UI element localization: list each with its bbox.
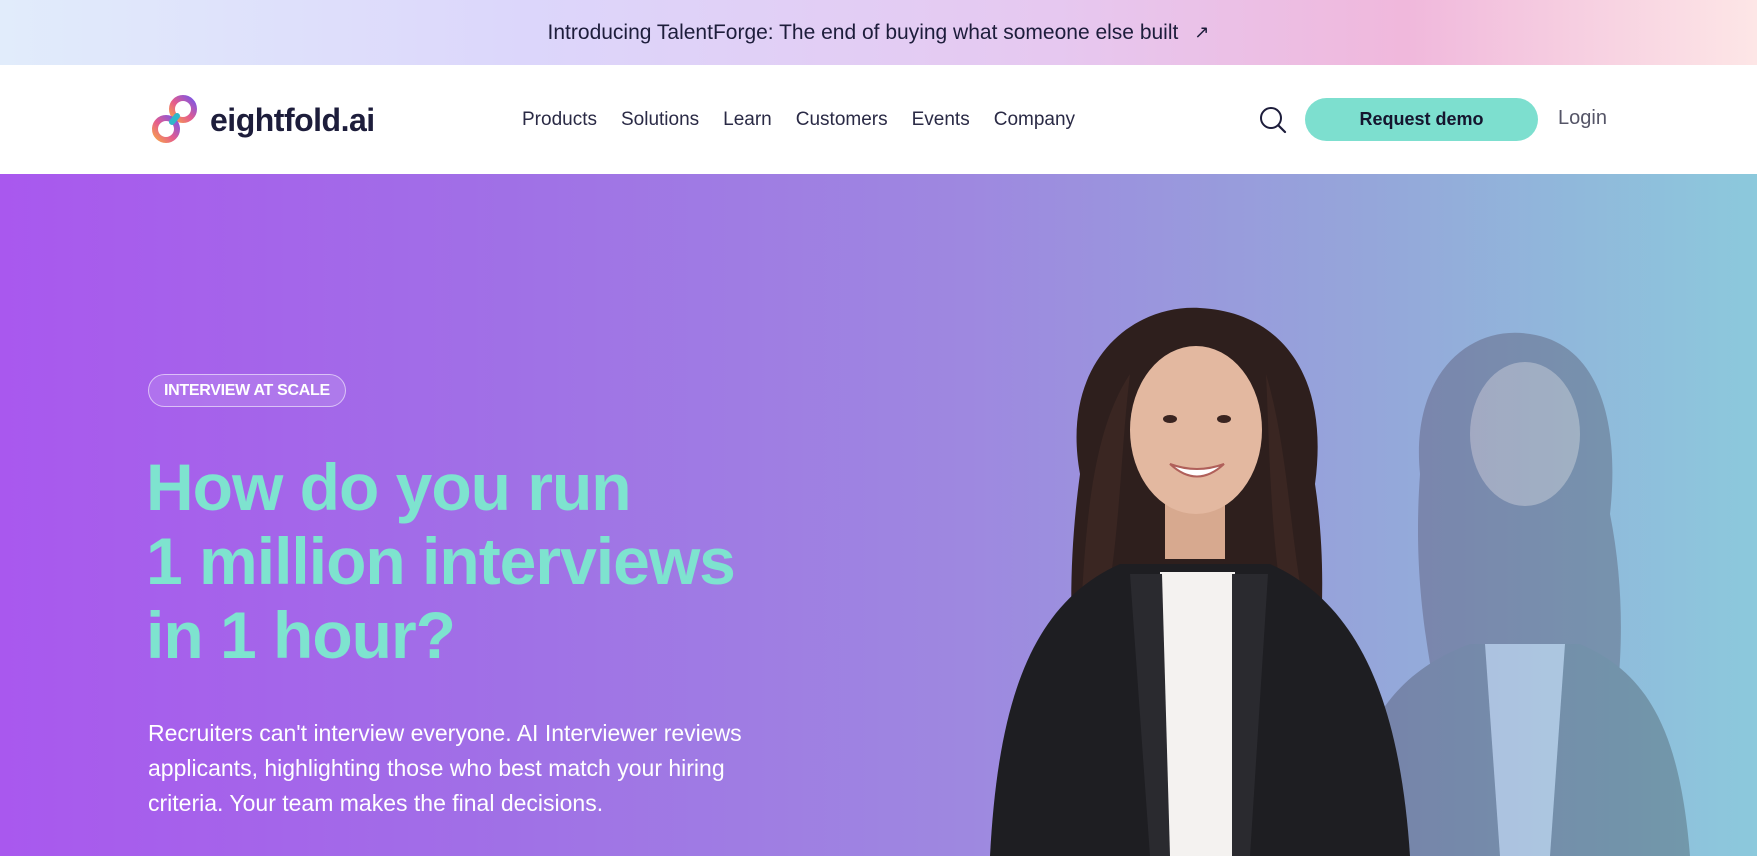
eightfold-logo-icon (152, 95, 197, 143)
logo-text: eightfold.ai (210, 101, 375, 138)
arrow-up-right-icon: ↗ (1194, 22, 1210, 42)
hero-title: How do you run 1 million interviews in 1… (146, 450, 846, 672)
main-nav: Products Solutions Learn Customers Event… (522, 65, 1099, 174)
announcement-text[interactable]: Introducing TalentForge: The end of buyi… (548, 21, 1179, 45)
hero-section: INTERVIEW AT SCALE How do you run 1 mill… (0, 174, 1757, 856)
hero-title-line: How do you run (146, 450, 632, 524)
nav-company[interactable]: Company (994, 109, 1075, 131)
hero-description: Recruiters can't interview everyone. AI … (148, 720, 742, 816)
logo[interactable]: eightfold.ai (150, 91, 375, 149)
hero-title-line: 1 million interviews (146, 524, 736, 598)
site-header: eightfold.ai Products Solutions Learn Cu… (0, 65, 1757, 174)
hero-title-line: in 1 hour? (146, 598, 456, 672)
hero-person-image (990, 307, 1410, 856)
nav-events[interactable]: Events (912, 109, 970, 131)
nav-learn[interactable]: Learn (723, 109, 772, 131)
hero-badge: INTERVIEW AT SCALE (148, 374, 346, 407)
search-icon[interactable] (1258, 105, 1288, 135)
nav-solutions[interactable]: Solutions (621, 109, 699, 131)
login-link[interactable]: Login (1558, 107, 1607, 130)
request-demo-button[interactable]: Request demo (1305, 98, 1538, 141)
announcement-bar[interactable]: Introducing TalentForge: The end of buyi… (0, 0, 1757, 65)
nav-customers[interactable]: Customers (796, 109, 888, 131)
nav-products[interactable]: Products (522, 109, 597, 131)
